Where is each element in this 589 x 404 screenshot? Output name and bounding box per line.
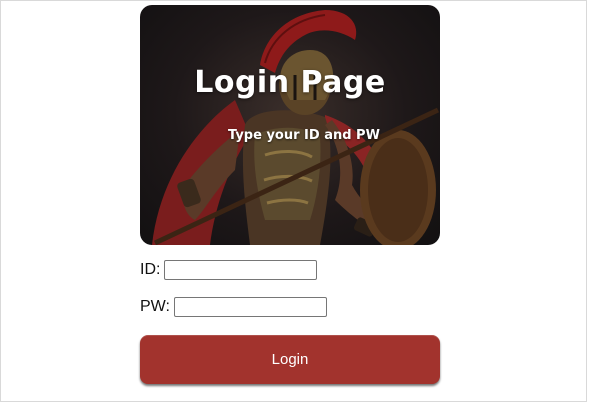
hero-banner: Login Page Type your ID and PW: [140, 5, 440, 245]
id-label: ID:: [140, 261, 161, 278]
id-row: ID:: [140, 260, 318, 280]
pw-input[interactable]: [173, 297, 327, 317]
page-subtitle: Type your ID and PW: [228, 128, 380, 143]
id-input[interactable]: [164, 260, 318, 280]
pw-row: PW:: [140, 297, 327, 317]
pw-label: PW:: [140, 298, 170, 315]
login-button[interactable]: Login: [140, 335, 440, 384]
spartan-warrior-image: [152, 10, 440, 245]
page-title: Login Page: [194, 65, 386, 100]
